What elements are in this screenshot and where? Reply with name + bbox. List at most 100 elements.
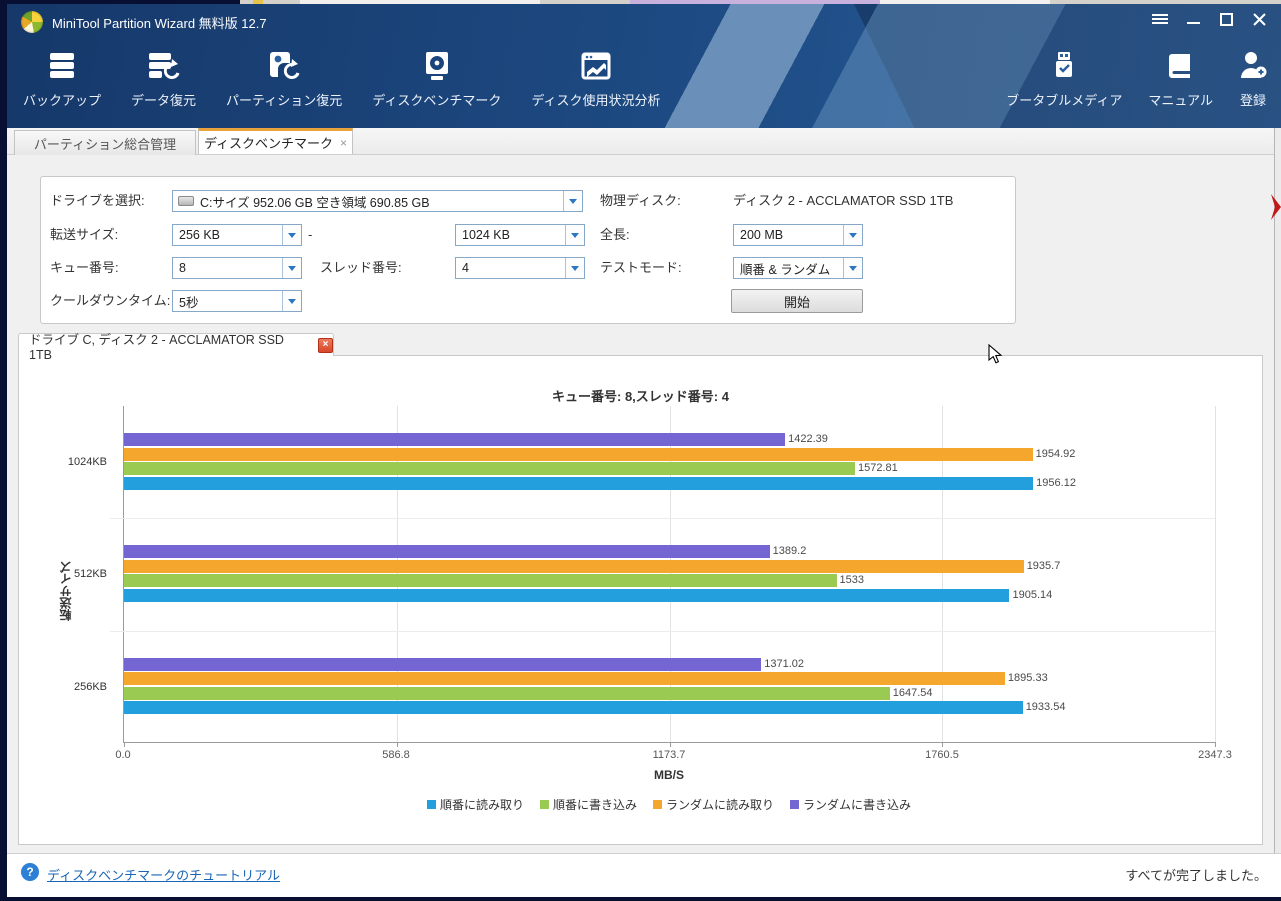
bar-row: 1933.54 [124, 701, 1215, 716]
register-icon [1239, 44, 1267, 88]
cooldown-select[interactable]: 5秒 [172, 290, 302, 312]
test-mode-select[interactable]: 順番 & ランダム [733, 257, 863, 279]
legend-item: ランダムに書き込み [790, 796, 911, 813]
bar-row: 1956.12 [124, 477, 1215, 492]
bar [124, 560, 1024, 573]
result-tab-close-icon[interactable]: × [318, 338, 333, 353]
transfer-size-from-value: 256 KB [173, 228, 282, 242]
legend-swatch [427, 800, 436, 809]
bar-value-label: 1647.54 [893, 687, 933, 700]
tab-disk-benchmark[interactable]: ディスクベンチマーク × [198, 128, 353, 154]
result-tab[interactable]: ドライブ C, ディスク 2 - ACCLAMATOR SSD 1TB × [18, 333, 334, 356]
toolbar-label: データ復元 [131, 90, 196, 109]
bar-row: 1389.2 [124, 545, 1215, 560]
queue-number-label: キュー番号: [50, 257, 119, 279]
chevron-down-icon[interactable] [282, 258, 301, 278]
chevron-down-icon[interactable] [563, 191, 582, 211]
disk-analysis-icon [580, 44, 612, 88]
bar-value-label: 1905.14 [1012, 589, 1052, 602]
legend-label: ランダムに書き込み [803, 796, 911, 813]
tutorial-link[interactable]: ディスクベンチマークのチュートリアル [47, 865, 280, 884]
bar-value-label: 1422.39 [788, 433, 828, 446]
tab-close-icon[interactable]: × [340, 136, 347, 150]
toolbar-label: ディスクベンチマーク [372, 90, 501, 109]
toolbar-label: バックアップ [23, 90, 101, 109]
x-tick-label: 1760.5 [925, 749, 959, 761]
toolbar-item-disk-benchmark[interactable]: ディスクベンチマーク [372, 44, 501, 126]
x-tick-label: 1173.7 [653, 749, 686, 761]
tab-partition-management[interactable]: パーティション総合管理 [14, 130, 196, 155]
range-dash: - [308, 224, 312, 246]
bar [124, 658, 761, 671]
bar-row: 1905.14 [124, 589, 1215, 604]
chart-x-axis-label: MB/S [123, 768, 1215, 782]
chevron-down-icon[interactable] [565, 225, 584, 245]
chevron-down-icon[interactable] [843, 225, 862, 245]
legend-item: 順番に書き込み [540, 796, 637, 813]
toolbar-item-manual[interactable]: マニュアル [1148, 44, 1213, 126]
axis-tick [942, 742, 943, 747]
toolbar-label: ブータブルメディア [1006, 90, 1122, 109]
bar-value-label: 1371.02 [764, 658, 804, 671]
bar-group: 1389.21935.715331905.14 [124, 545, 1215, 603]
bar-value-label: 1956.12 [1036, 477, 1076, 490]
toolbar-item-disk-analysis[interactable]: ディスク使用状況分析 [531, 44, 660, 126]
toolbar-item-data-recovery[interactable]: データ復元 [131, 44, 196, 126]
toolbar-item-register[interactable]: 登録 [1239, 44, 1267, 126]
manual-icon [1166, 44, 1196, 88]
transfer-size-to-value: 1024 KB [456, 228, 565, 242]
maximize-button[interactable] [1214, 9, 1238, 29]
mouse-cursor [988, 344, 1003, 370]
tab-label: ディスクベンチマーク [204, 133, 333, 152]
menu-button[interactable] [1148, 9, 1172, 29]
thread-number-label: スレッド番号: [320, 257, 402, 279]
transfer-size-from-select[interactable]: 256 KB [172, 224, 302, 246]
transfer-size-label: 転送サイズ: [50, 224, 118, 246]
legend-swatch [653, 800, 662, 809]
x-tick-label: 0.0 [115, 749, 130, 761]
total-length-select[interactable]: 200 MB [733, 224, 863, 246]
bar-row: 1371.02 [124, 658, 1215, 673]
axis-tick [1215, 742, 1216, 747]
bar-value-label: 1935.7 [1027, 560, 1061, 573]
bar-value-label: 1933.54 [1026, 701, 1066, 714]
close-button[interactable] [1247, 9, 1271, 29]
chevron-down-icon[interactable] [282, 291, 301, 311]
toolbar-left: バックアップ データ復元 パーティション復元 ディスクベンチマーク [7, 44, 660, 126]
toolbar-right: ブータブルメディア マニュアル 登録 [1006, 44, 1281, 126]
axis-tick [124, 742, 125, 747]
band-separator [110, 518, 1215, 519]
drive-icon [178, 196, 194, 206]
minimize-button[interactable] [1181, 9, 1205, 29]
drive-select-label: ドライブを選択: [50, 190, 145, 212]
legend-swatch [790, 800, 799, 809]
chevron-down-icon[interactable] [565, 258, 584, 278]
window-title: MiniTool Partition Wizard 無料版 12.7 [52, 13, 267, 32]
window-controls [1148, 9, 1271, 29]
toolbar-label: パーティション復元 [226, 90, 342, 109]
backup-icon [46, 44, 78, 88]
status-message: すべてが完了しました。 [1125, 865, 1267, 884]
toolbar-item-backup[interactable]: バックアップ [23, 44, 101, 126]
chevron-down-icon[interactable] [282, 225, 301, 245]
start-button[interactable]: 開始 [731, 289, 863, 313]
toolbar-item-bootable-media[interactable]: ブータブルメディア [1006, 44, 1122, 126]
benchmark-chart-panel: キュー番号: 8,スレッド番号: 4 転送サイズ 1024KB512KB256K… [18, 355, 1263, 845]
queue-number-select[interactable]: 8 [172, 257, 302, 279]
legend-item: ランダムに読み取り [653, 796, 774, 813]
bootable-media-icon [1052, 44, 1076, 88]
chevron-down-icon[interactable] [843, 258, 862, 278]
cooldown-label: クールダウンタイム: [50, 290, 170, 312]
bar-group: 1371.021895.331647.541933.54 [124, 658, 1215, 716]
bar-row: 1954.92 [124, 448, 1215, 463]
bar-row: 1422.39 [124, 433, 1215, 448]
help-icon[interactable]: ? [21, 863, 39, 881]
legend-item: 順番に読み取り [427, 796, 524, 813]
bar [124, 462, 855, 475]
thread-number-select[interactable]: 4 [455, 257, 585, 279]
drive-select[interactable]: C:サイズ 952.06 GB 空き領域 690.85 GB [172, 190, 583, 212]
result-tab-label: ドライブ C, ディスク 2 - ACCLAMATOR SSD 1TB [29, 329, 308, 362]
toolbar-item-partition-recovery[interactable]: パーティション復元 [226, 44, 342, 126]
legend-swatch [540, 800, 549, 809]
transfer-size-to-select[interactable]: 1024 KB [455, 224, 585, 246]
